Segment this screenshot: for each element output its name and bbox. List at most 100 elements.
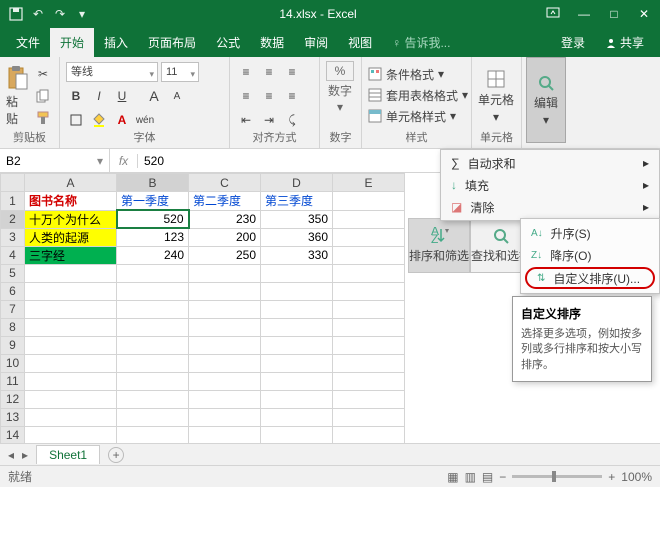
bold-button[interactable]: B	[66, 86, 86, 106]
cell[interactable]	[333, 372, 405, 390]
col-header[interactable]: D	[261, 174, 333, 192]
zoom-in-button[interactable]: +	[608, 470, 615, 484]
cell[interactable]	[189, 318, 261, 336]
cell[interactable]	[261, 336, 333, 354]
cell[interactable]	[261, 300, 333, 318]
align-right-icon[interactable]: ≡	[282, 86, 302, 106]
cut-icon[interactable]: ✂	[33, 64, 53, 84]
undo-icon[interactable]: ↶	[30, 6, 46, 22]
cell[interactable]	[261, 372, 333, 390]
cell[interactable]	[117, 300, 189, 318]
align-left-icon[interactable]: ≡	[236, 86, 256, 106]
align-middle-icon[interactable]: ≡	[259, 62, 279, 82]
row-header[interactable]: 8	[1, 318, 25, 336]
cell[interactable]	[25, 408, 117, 426]
align-center-icon[interactable]: ≡	[259, 86, 279, 106]
close-button[interactable]: ✕	[636, 7, 652, 21]
cell[interactable]	[189, 336, 261, 354]
tab-tell-me[interactable]: ♀ 告诉我...	[382, 28, 460, 57]
cell[interactable]	[117, 264, 189, 282]
cell[interactable]	[261, 408, 333, 426]
cell[interactable]	[189, 372, 261, 390]
cell[interactable]	[261, 426, 333, 443]
fill-item[interactable]: ↓填充▸	[441, 174, 659, 196]
row-header[interactable]: 7	[1, 300, 25, 318]
cell[interactable]	[333, 210, 405, 228]
tab-view[interactable]: 视图	[338, 28, 382, 57]
col-header[interactable]: C	[189, 174, 261, 192]
cell[interactable]: 230	[189, 210, 261, 228]
number-format-button[interactable]: % 数字▾	[326, 61, 354, 131]
sort-asc-item[interactable]: A↓升序(S)	[521, 222, 659, 244]
cell[interactable]: 350	[261, 210, 333, 228]
format-painter-icon[interactable]	[33, 108, 53, 128]
row-header[interactable]: 1	[1, 192, 25, 211]
cell[interactable]	[117, 426, 189, 443]
cell[interactable]	[333, 318, 405, 336]
row-header[interactable]: 5	[1, 264, 25, 282]
row-header[interactable]: 9	[1, 336, 25, 354]
cell[interactable]	[117, 408, 189, 426]
cell[interactable]	[25, 282, 117, 300]
cell[interactable]: 人类的起源	[25, 228, 117, 246]
cell[interactable]	[333, 354, 405, 372]
tab-review[interactable]: 审阅	[294, 28, 338, 57]
edit-dropdown-button[interactable]: 编辑▾	[526, 57, 566, 143]
fx-icon[interactable]: fx	[110, 154, 138, 168]
tab-data[interactable]: 数据	[250, 28, 294, 57]
view-layout-icon[interactable]: ▥	[465, 470, 476, 484]
autosum-item[interactable]: ∑自动求和▸	[441, 152, 659, 174]
tab-layout[interactable]: 页面布局	[138, 28, 206, 57]
cell[interactable]	[261, 282, 333, 300]
cell[interactable]	[117, 390, 189, 408]
cell[interactable]	[189, 426, 261, 443]
tab-share[interactable]: 共享	[595, 28, 654, 57]
row-header[interactable]: 14	[1, 426, 25, 443]
minimize-button[interactable]: —	[576, 7, 592, 21]
redo-icon[interactable]: ↷	[52, 6, 68, 22]
font-size-select[interactable]: 11	[161, 62, 199, 82]
view-normal-icon[interactable]: ▦	[447, 470, 458, 484]
cell[interactable]: 三字经	[25, 246, 117, 264]
tab-login[interactable]: 登录	[551, 28, 595, 57]
sort-filter-button[interactable]: AZ 排序和筛选	[408, 218, 470, 273]
cell[interactable]	[333, 246, 405, 264]
row-header[interactable]: 4	[1, 246, 25, 264]
cell[interactable]	[333, 300, 405, 318]
cell-selected[interactable]: 520	[117, 210, 189, 228]
cell[interactable]	[333, 390, 405, 408]
cell[interactable]	[189, 282, 261, 300]
sheet-tab[interactable]: Sheet1	[36, 445, 100, 464]
cell[interactable]	[25, 336, 117, 354]
row-header[interactable]: 12	[1, 390, 25, 408]
cell[interactable]	[25, 318, 117, 336]
zoom-out-button[interactable]: −	[499, 470, 506, 484]
cell[interactable]	[25, 354, 117, 372]
clear-item[interactable]: ◪清除▸	[441, 196, 659, 218]
sheet-nav-next[interactable]: ▸	[22, 448, 28, 462]
border-button[interactable]	[66, 110, 86, 130]
cell[interactable]	[117, 354, 189, 372]
cell[interactable]	[189, 354, 261, 372]
row-header[interactable]: 3	[1, 228, 25, 246]
tab-insert[interactable]: 插入	[94, 28, 138, 57]
cell[interactable]: 第一季度	[117, 192, 189, 211]
cell[interactable]	[189, 300, 261, 318]
cell[interactable]: 200	[189, 228, 261, 246]
paste-button[interactable]: 粘贴	[6, 61, 29, 131]
cell[interactable]	[261, 390, 333, 408]
cell[interactable]	[117, 372, 189, 390]
cell[interactable]	[261, 264, 333, 282]
sheet-nav-prev[interactable]: ◂	[8, 448, 14, 462]
font-color-button[interactable]: A	[112, 110, 132, 130]
cell[interactable]	[333, 336, 405, 354]
underline-button[interactable]: U	[112, 86, 132, 106]
cell[interactable]: 第三季度	[261, 192, 333, 211]
cell[interactable]	[25, 426, 117, 443]
align-top-icon[interactable]: ≡	[236, 62, 256, 82]
ribbon-options-icon[interactable]	[546, 7, 562, 21]
cell[interactable]: 240	[117, 246, 189, 264]
row-header[interactable]: 11	[1, 372, 25, 390]
fill-color-button[interactable]	[89, 110, 109, 130]
sort-desc-item[interactable]: Z↓降序(O)	[521, 244, 659, 266]
